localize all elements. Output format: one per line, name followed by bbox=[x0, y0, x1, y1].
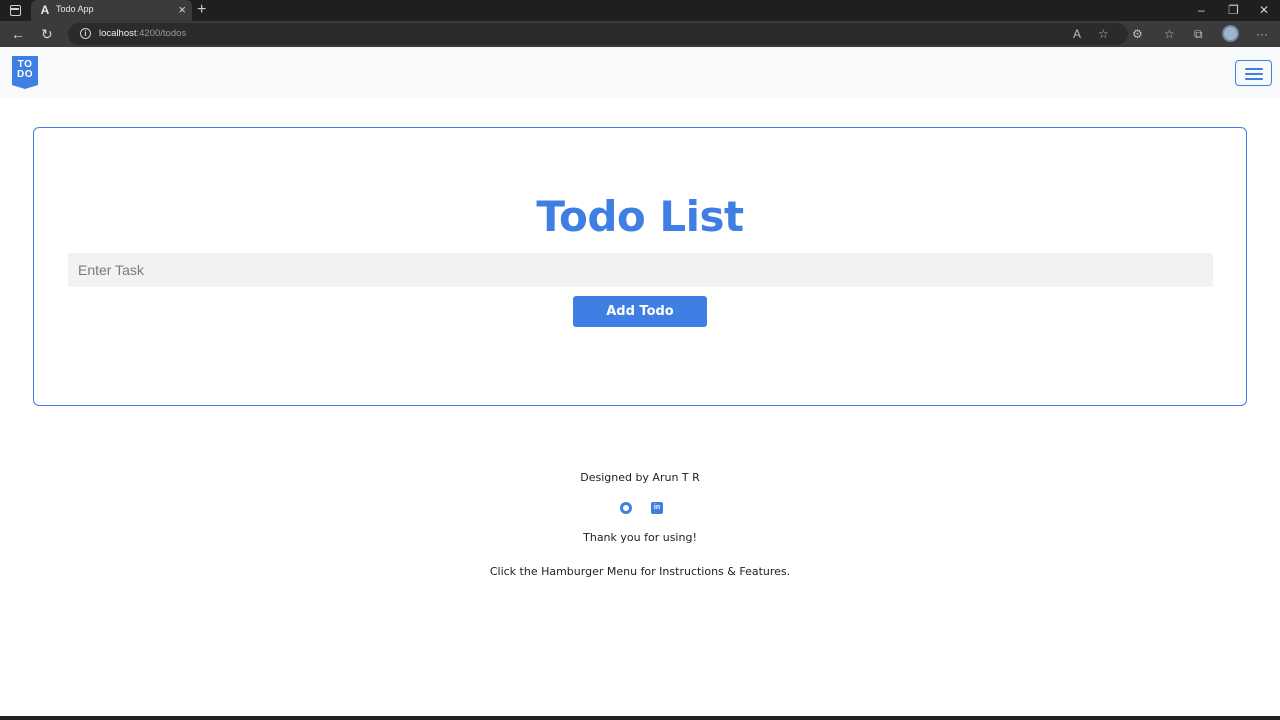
url-path: :4200/todos bbox=[136, 28, 187, 39]
site-info-icon[interactable]: i bbox=[80, 28, 91, 39]
tab-title: Todo App bbox=[56, 4, 94, 14]
tab-actions-icon[interactable] bbox=[10, 5, 21, 16]
url-text: localhost:4200/todos bbox=[99, 28, 186, 39]
designer-credit: Designed by Arun T R bbox=[580, 471, 700, 484]
url-host: localhost bbox=[99, 28, 137, 39]
collections-icon[interactable]: ⧉ bbox=[1194, 26, 1203, 42]
browser-titlebar: A Todo App × + – ❐ ✕ bbox=[0, 0, 1280, 21]
hamburger-menu-button[interactable] bbox=[1235, 60, 1272, 86]
restore-icon[interactable]: ❐ bbox=[1228, 2, 1239, 18]
task-input[interactable] bbox=[68, 253, 1213, 287]
favorites-icon[interactable]: ☆ bbox=[1164, 26, 1175, 42]
add-favorite-icon[interactable]: ☆ bbox=[1098, 26, 1109, 42]
hamburger-line bbox=[1245, 68, 1263, 70]
logo-line-2: DO bbox=[17, 69, 33, 80]
browser-tab[interactable]: A Todo App × bbox=[31, 0, 192, 21]
angular-favicon-icon: A bbox=[40, 3, 50, 17]
hamburger-line bbox=[1245, 78, 1263, 80]
minimize-icon[interactable]: – bbox=[1198, 2, 1205, 18]
address-bar[interactable]: i localhost:4200/todos bbox=[68, 23, 1128, 45]
hamburger-line bbox=[1245, 73, 1263, 75]
todo-card: Todo List Add Todo bbox=[33, 127, 1247, 406]
page-title: Todo List bbox=[536, 192, 744, 241]
read-aloud-icon[interactable]: A bbox=[1073, 26, 1081, 42]
navbar: TO DO bbox=[0, 47, 1280, 98]
extensions-icon[interactable]: ⚙ bbox=[1132, 26, 1143, 42]
github-icon[interactable] bbox=[620, 502, 632, 514]
instructions-text: Click the Hamburger Menu for Instruction… bbox=[489, 565, 791, 578]
page: TO DO Todo List Add Todo Designed by Aru… bbox=[0, 47, 1280, 720]
bottom-edge bbox=[0, 716, 1280, 720]
tab-close-icon[interactable]: × bbox=[178, 2, 186, 18]
thanks-text: Thank you for using! bbox=[583, 531, 697, 544]
more-menu-icon[interactable]: ··· bbox=[1256, 26, 1268, 42]
new-tab-button[interactable]: + bbox=[197, 1, 206, 19]
profile-avatar[interactable] bbox=[1222, 25, 1239, 42]
add-todo-button[interactable]: Add Todo bbox=[573, 296, 707, 327]
todo-logo[interactable]: TO DO bbox=[12, 56, 38, 89]
close-window-icon[interactable]: ✕ bbox=[1259, 2, 1269, 18]
browser-toolbar: ← ↻ i localhost:4200/todos A ☆ ⚙ ☆ ⧉ ··· bbox=[0, 21, 1280, 47]
refresh-icon[interactable]: ↻ bbox=[41, 25, 53, 43]
linkedin-icon[interactable]: in bbox=[651, 502, 663, 514]
back-arrow-icon[interactable]: ← bbox=[11, 25, 25, 43]
